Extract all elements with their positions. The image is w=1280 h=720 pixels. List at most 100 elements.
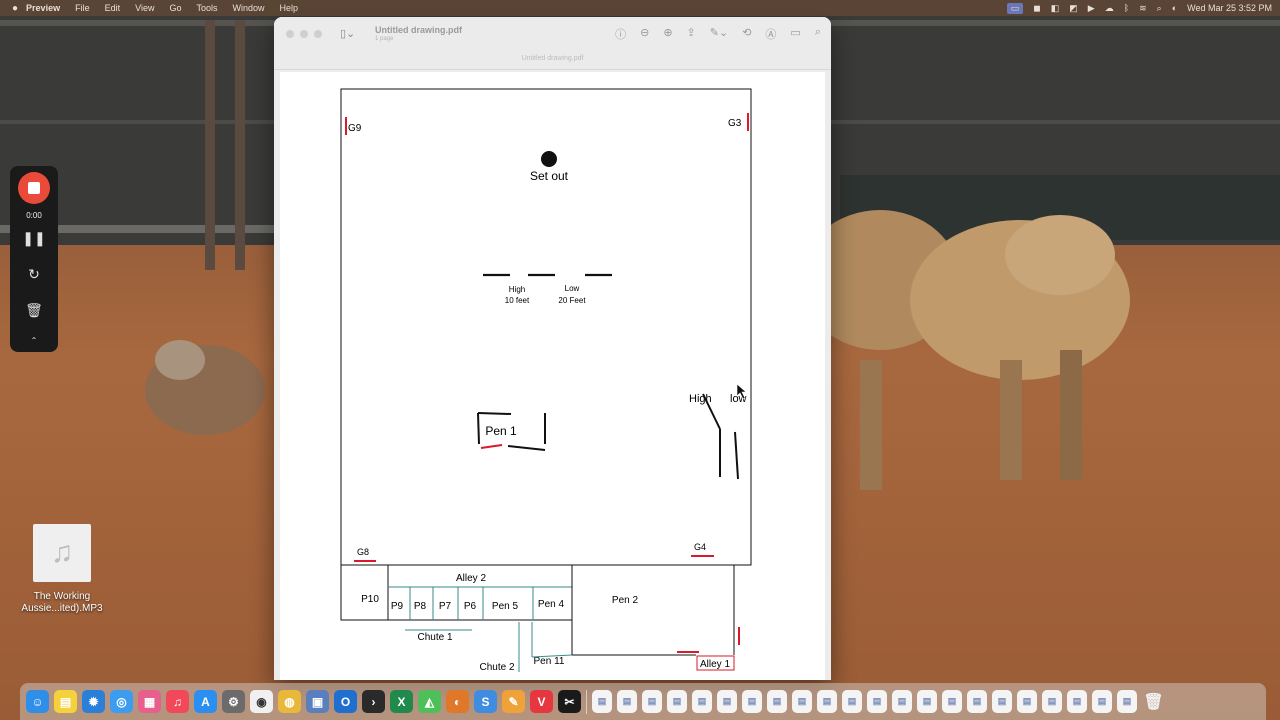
play-icon[interactable]: ▶	[1088, 3, 1095, 14]
dock-document-icon[interactable]: ▤	[842, 690, 862, 713]
pen1-gate	[480, 444, 503, 449]
pdf-canvas[interactable]: G9 G3 Set out High 10 feet Low 20 Feet H…	[280, 72, 825, 680]
music-file-icon: ♫	[33, 524, 91, 582]
dock-document-icon[interactable]: ▤	[1017, 690, 1037, 713]
dock-document-icon[interactable]: ▤	[892, 690, 912, 713]
dock-document-icon[interactable]: ▤	[717, 690, 737, 713]
dock-document-icon[interactable]: ▤	[642, 690, 662, 713]
form-icon[interactable]: ▭	[790, 26, 800, 42]
dock-music-icon[interactable]: ♫	[166, 690, 189, 713]
menu-preview[interactable]: Preview	[26, 3, 60, 13]
minimize-button[interactable]	[300, 30, 308, 38]
menu-help[interactable]: Help	[280, 3, 299, 13]
dock-notes-icon[interactable]: ▤	[54, 690, 77, 713]
p9-label: P9	[391, 601, 404, 612]
dock-document-icon[interactable]: ▤	[767, 690, 787, 713]
menu-view[interactable]: View	[135, 3, 154, 13]
dock-system-settings-icon[interactable]: ✹	[82, 690, 105, 713]
dock-document-icon[interactable]: ▤	[992, 690, 1012, 713]
zoom-in-icon[interactable]: ⊕	[663, 26, 672, 42]
dock-audio-icon[interactable]: ◐	[446, 690, 469, 713]
pen1-left-wall	[477, 412, 480, 445]
rotate-icon[interactable]: ⟲	[742, 26, 751, 42]
zoom-button[interactable]	[314, 30, 322, 38]
chute-right-wall	[734, 431, 739, 480]
app-icon[interactable]: ◧	[1051, 3, 1060, 14]
high-panel-distance: 10 feet	[505, 296, 530, 305]
dock-settings-icon[interactable]: ⚙	[222, 690, 245, 713]
dock-document-icon[interactable]: ▤	[1042, 690, 1062, 713]
menu-bar: ● Preview File Edit View Go Tools Window…	[0, 0, 1280, 16]
dock-document-icon[interactable]: ▤	[967, 690, 987, 713]
dock-document-icon[interactable]: ▤	[617, 690, 637, 713]
dock-preview-icon[interactable]: ▣	[306, 690, 329, 713]
window-titlebar[interactable]: ▯⌄ Untitled drawing.pdf 1 page ⓘ ⊖ ⊕ ⇪ ✎…	[274, 17, 831, 70]
menu-edit[interactable]: Edit	[105, 3, 121, 13]
dock-maps-icon[interactable]: ◭	[418, 690, 441, 713]
close-button[interactable]	[286, 30, 294, 38]
stop-recording-button[interactable]	[18, 172, 50, 204]
bluetooth-icon[interactable]: ᛒ	[1124, 3, 1129, 13]
pen4-label: Pen 4	[538, 599, 565, 610]
trash-icon[interactable]: 🗑	[10, 302, 58, 319]
dock-separator	[586, 689, 587, 714]
pen2-label: Pen 2	[612, 595, 639, 606]
dock-safari-icon[interactable]: ◎	[110, 690, 133, 713]
cloud-icon[interactable]: ☁	[1105, 3, 1114, 14]
app-icon[interactable]: ◩	[1069, 3, 1078, 14]
dock-document-icon[interactable]: ▤	[942, 690, 962, 713]
dock-document-icon[interactable]: ▤	[692, 690, 712, 713]
dock-document-icon[interactable]: ▤	[867, 690, 887, 713]
pause-icon[interactable]: ❚❚	[10, 230, 58, 247]
dock-pencil-icon[interactable]: ✎	[502, 690, 525, 713]
dock-document-icon[interactable]: ▤	[592, 690, 612, 713]
markup-icon[interactable]: ✎⌄	[710, 26, 728, 42]
desktop-file-name-line1: The Working	[33, 591, 91, 602]
zoom-out-icon[interactable]: ⊖	[640, 26, 649, 42]
dock-excel-icon[interactable]: X	[390, 690, 413, 713]
dock-document-icon[interactable]: ▤	[817, 690, 837, 713]
app-icon[interactable]: ◼	[1033, 3, 1040, 14]
dock-slack-icon[interactable]: S	[474, 690, 497, 713]
menu-window[interactable]: Window	[233, 3, 265, 13]
search-icon[interactable]: ⌕	[815, 26, 821, 42]
sidebar-toggle-icon[interactable]: ▯⌄	[340, 27, 355, 40]
dock-document-icon[interactable]: ▤	[667, 690, 687, 713]
control-center-icon[interactable]: ◐	[1172, 3, 1177, 13]
dock-chatgpt-icon[interactable]: ◉	[250, 690, 273, 713]
dock-document-icon[interactable]: ▤	[1092, 690, 1112, 713]
status-area: ▭ ◼ ◧ ◩ ▶ ☁ ᛒ ≋ ⌕ ◐ Wed Mar 25 3:52 PM	[1006, 0, 1272, 16]
menu-clock[interactable]: Wed Mar 25 3:52 PM	[1187, 3, 1272, 13]
dock-app-store-icon[interactable]: A	[194, 690, 217, 713]
menu-tools[interactable]: Tools	[196, 3, 217, 13]
dock-document-icon[interactable]: ▤	[1117, 690, 1137, 713]
screen-record-icon[interactable]: ▭	[1006, 2, 1024, 14]
dock-terminal-icon[interactable]: ›	[362, 690, 385, 713]
menu-go[interactable]: Go	[169, 3, 181, 13]
pen11-label: Pen 11	[534, 656, 565, 667]
set-out-marker	[541, 151, 557, 167]
dock-chrome-icon[interactable]: ◍	[278, 690, 301, 713]
dock-vivaldi-icon[interactable]: V	[530, 690, 553, 713]
apple-menu-icon[interactable]: ●	[12, 3, 18, 14]
menu-file[interactable]: File	[75, 3, 90, 13]
dock-document-icon[interactable]: ▤	[1067, 690, 1087, 713]
dock-launchpad-icon[interactable]: ▦	[138, 690, 161, 713]
dock-trash-icon[interactable]: 🗑	[1142, 690, 1165, 713]
chevron-down-icon[interactable]: ⌃	[10, 336, 58, 345]
info-icon[interactable]: ⓘ	[615, 26, 626, 42]
desktop-file-mp3[interactable]: ♫ The Working Aussie...ited).MP3	[10, 524, 114, 615]
dock-finder-icon[interactable]: ☺	[26, 690, 49, 713]
dock-outlook-icon[interactable]: O	[334, 690, 357, 713]
gate-g4-label: G4	[694, 542, 706, 552]
dock-document-icon[interactable]: ▤	[917, 690, 937, 713]
restart-icon[interactable]: ↻	[10, 266, 58, 283]
screen-recorder-toolbar: 0:00 ❚❚ ↻ 🗑 ⌃	[10, 166, 58, 352]
dock-document-icon[interactable]: ▤	[792, 690, 812, 713]
highlight-icon[interactable]: Ⓐ	[765, 26, 776, 42]
dock-document-icon[interactable]: ▤	[742, 690, 762, 713]
dock-capcut-icon[interactable]: ✂	[558, 690, 581, 713]
share-icon[interactable]: ⇪	[687, 26, 696, 42]
wifi-icon[interactable]: ≋	[1139, 3, 1147, 14]
search-icon[interactable]: ⌕	[1157, 3, 1162, 14]
